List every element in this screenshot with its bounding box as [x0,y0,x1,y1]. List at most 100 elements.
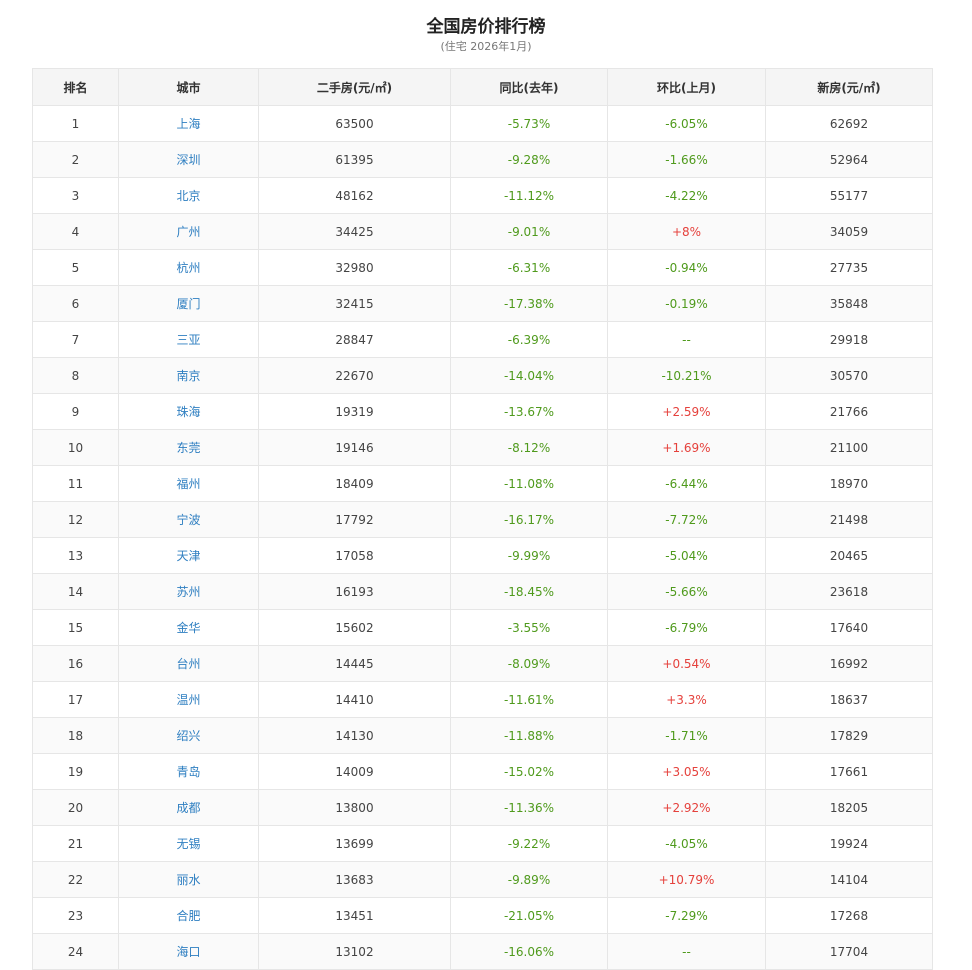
yoy-change-cell: -9.89% [450,861,608,898]
second-hand-price-cell: 13800 [258,789,451,826]
city-link[interactable]: 南京 [118,357,259,394]
city-link[interactable]: 台州 [118,645,259,682]
rank-cell: 2 [32,141,119,178]
page-subtitle: (住宅 2026年1月) [440,40,532,53]
column-header-new-home-price: 新房(元/㎡) [765,68,933,106]
mom-change-cell: -1.66% [607,141,766,178]
new-home-price-cell: 16992 [765,645,933,682]
new-home-price-cell: 29918 [765,321,933,358]
table-row: 12 宁波 17792 -16.17% -7.72% 21498 [32,501,933,538]
table-row: 1 上海 63500 -5.73% -6.05% 62692 [32,105,933,142]
city-link[interactable]: 上海 [118,105,259,142]
second-hand-price-cell: 19319 [258,393,451,430]
mom-change-cell: -6.44% [607,465,766,502]
second-hand-price-cell: 15602 [258,609,451,646]
rank-cell: 18 [32,717,119,754]
city-link[interactable]: 宁波 [118,501,259,538]
second-hand-price-cell: 17058 [258,537,451,574]
city-link[interactable]: 厦门 [118,285,259,322]
new-home-price-cell: 17829 [765,717,933,754]
city-link[interactable]: 成都 [118,789,259,826]
table-row: 22 丽水 13683 -9.89% +10.79% 14104 [32,861,933,898]
mom-change-cell: -7.29% [607,897,766,934]
new-home-price-cell: 17661 [765,753,933,790]
new-home-price-cell: 35848 [765,285,933,322]
city-link[interactable]: 海口 [118,933,259,970]
mom-change-cell: -6.05% [607,105,766,142]
rank-cell: 9 [32,393,119,430]
table-row: 6 厦门 32415 -17.38% -0.19% 35848 [32,285,933,322]
table-row: 4 广州 34425 -9.01% +8% 34059 [32,213,933,250]
yoy-change-cell: -11.08% [450,465,608,502]
city-link[interactable]: 合肥 [118,897,259,934]
column-header-mom: 环比(上月) [607,68,766,106]
mom-change-cell: +1.69% [607,429,766,466]
city-link[interactable]: 苏州 [118,573,259,610]
new-home-price-cell: 30570 [765,357,933,394]
yoy-change-cell: -9.01% [450,213,608,250]
second-hand-price-cell: 48162 [258,177,451,214]
yoy-change-cell: -9.99% [450,537,608,574]
mom-change-cell: -4.22% [607,177,766,214]
yoy-change-cell: -8.09% [450,645,608,682]
new-home-price-cell: 19924 [765,825,933,862]
city-link[interactable]: 东莞 [118,429,259,466]
second-hand-price-cell: 34425 [258,213,451,250]
table-row: 19 青岛 14009 -15.02% +3.05% 17661 [32,753,933,790]
city-link[interactable]: 杭州 [118,249,259,286]
rank-cell: 10 [32,429,119,466]
city-link[interactable]: 温州 [118,681,259,718]
second-hand-price-cell: 13699 [258,825,451,862]
column-header-yoy: 同比(去年) [450,68,608,106]
yoy-change-cell: -9.22% [450,825,608,862]
yoy-change-cell: -11.36% [450,789,608,826]
new-home-price-cell: 14104 [765,861,933,898]
city-link[interactable]: 三亚 [118,321,259,358]
table-row: 8 南京 22670 -14.04% -10.21% 30570 [32,357,933,394]
rank-cell: 23 [32,897,119,934]
second-hand-price-cell: 32980 [258,249,451,286]
yoy-change-cell: -16.17% [450,501,608,538]
column-header-city: 城市 [118,68,259,106]
yoy-change-cell: -3.55% [450,609,608,646]
city-link[interactable]: 广州 [118,213,259,250]
rank-cell: 22 [32,861,119,898]
rank-cell: 11 [32,465,119,502]
city-link[interactable]: 丽水 [118,861,259,898]
second-hand-price-cell: 32415 [258,285,451,322]
rank-cell: 5 [32,249,119,286]
yoy-change-cell: -6.31% [450,249,608,286]
yoy-change-cell: -17.38% [450,285,608,322]
rank-cell: 1 [32,105,119,142]
new-home-price-cell: 17640 [765,609,933,646]
yoy-change-cell: -18.45% [450,573,608,610]
city-link[interactable]: 绍兴 [118,717,259,754]
table-row: 21 无锡 13699 -9.22% -4.05% 19924 [32,825,933,862]
city-link[interactable]: 福州 [118,465,259,502]
rank-cell: 21 [32,825,119,862]
table-row: 16 台州 14445 -8.09% +0.54% 16992 [32,645,933,682]
second-hand-price-cell: 63500 [258,105,451,142]
mom-change-cell: +3.3% [607,681,766,718]
table-row: 20 成都 13800 -11.36% +2.92% 18205 [32,789,933,826]
city-link[interactable]: 金华 [118,609,259,646]
table-row: 24 海口 13102 -16.06% -- 17704 [32,933,933,970]
city-link[interactable]: 北京 [118,177,259,214]
mom-change-cell: +8% [607,213,766,250]
yoy-change-cell: -11.61% [450,681,608,718]
mom-change-cell: +2.59% [607,393,766,430]
new-home-price-cell: 17268 [765,897,933,934]
table-row: 17 温州 14410 -11.61% +3.3% 18637 [32,681,933,718]
table-row: 11 福州 18409 -11.08% -6.44% 18970 [32,465,933,502]
new-home-price-cell: 18637 [765,681,933,718]
table-row: 3 北京 48162 -11.12% -4.22% 55177 [32,177,933,214]
city-link[interactable]: 天津 [118,537,259,574]
city-link[interactable]: 青岛 [118,753,259,790]
new-home-price-cell: 20465 [765,537,933,574]
city-link[interactable]: 珠海 [118,393,259,430]
city-link[interactable]: 无锡 [118,825,259,862]
mom-change-cell: +3.05% [607,753,766,790]
rank-cell: 12 [32,501,119,538]
city-link[interactable]: 深圳 [118,141,259,178]
new-home-price-cell: 18205 [765,789,933,826]
